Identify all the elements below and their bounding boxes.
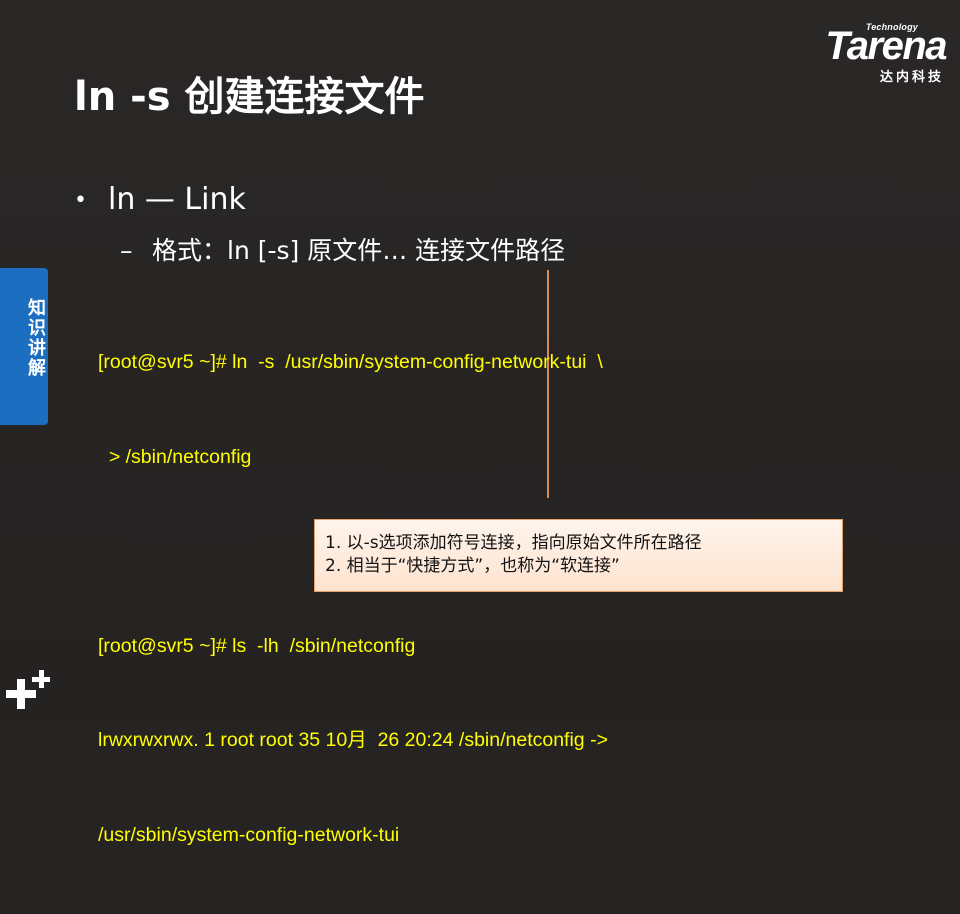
bullet-level1: • ln — Link [74,180,246,221]
sub-bullet-marker: – [120,236,133,265]
tarena-logo: Technology Tarena 达内科技 [776,22,947,85]
logo-wordmark: Tarena [825,24,947,68]
bullet-marker: • [74,187,87,213]
slide-title: ln -s 创建连接文件 [74,74,425,120]
code-block: [root@svr5 ~]# ln -s /usr/sbin/system-co… [98,284,608,914]
knowledge-tab-label: 知识讲解 [25,298,46,378]
knowledge-tab[interactable]: 知识讲解 [0,268,48,425]
bullet-level2-text: 格式：ln [-s] 原文件… 连接文件路径 [152,236,566,265]
note-line-1: 1. 以-s选项添加符号连接，指向原始文件所在路径 [325,533,702,553]
bullet-level1-text: ln — Link [108,182,246,217]
code-line: /usr/sbin/system-config-network-tui [98,823,400,846]
logo-chinese-name: 达内科技 [879,70,944,85]
code-line: lrwxrwxrwx. 1 root root 35 10月 26 20:24 … [98,729,608,751]
code-line: [root@svr5 ~]# ls -lh /sbin/netconfig [98,634,416,657]
note-box: 1. 以-s选项添加符号连接，指向原始文件所在路径 2. 相当于“快捷方式”，也… [314,519,843,592]
code-line: > /sbin/netconfig [98,445,252,468]
note-line-2: 2. 相当于“快捷方式”，也称为“软连接” [325,556,620,576]
bullet-level2: – 格式：ln [-s] 原文件… 连接文件路径 [120,232,565,270]
code-line: [root@svr5 ~]# ln -s /usr/sbin/system-co… [98,351,603,373]
plus-icon-small [32,670,50,688]
slide: Technology Tarena 达内科技 ln -s 创建连接文件 • ln … [0,0,960,846]
